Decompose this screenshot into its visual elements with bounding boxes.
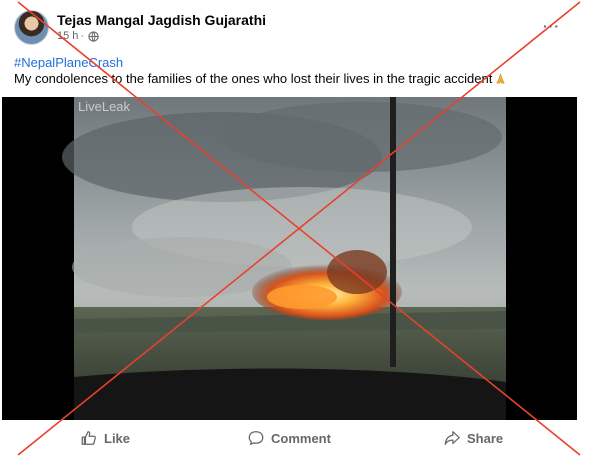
watermark-text: LiveLeak (78, 99, 131, 114)
comment-button[interactable]: Comment (247, 423, 331, 453)
like-button[interactable]: Like (80, 423, 130, 453)
post-header: Tejas Mangal Jagdish Gujarathi 15 h · ··… (14, 10, 576, 46)
hashtag-link[interactable]: #NepalPlaneCrash (14, 55, 584, 71)
action-bar: Like Comment Share (0, 423, 590, 457)
share-arrow-icon (444, 431, 460, 445)
comment-label: Comment (271, 430, 331, 446)
thumbs-up-icon (81, 431, 96, 445)
share-label: Share (467, 430, 504, 446)
author-name[interactable]: Tejas Mangal Jagdish Gujarathi (57, 12, 266, 28)
post-video[interactable]: LiveLeak (2, 97, 577, 420)
folded-hands-icon (496, 72, 506, 84)
post-caption: My condolences to the families of the on… (14, 71, 584, 87)
more-options-button[interactable]: ··· (543, 18, 560, 34)
post-time[interactable]: 15 h (57, 30, 78, 42)
caption-text: My condolences to the families of the on… (14, 71, 493, 86)
post-meta: 15 h · (57, 30, 99, 42)
avatar[interactable] (14, 10, 49, 45)
share-button[interactable]: Share (443, 423, 503, 453)
meta-separator: · (80, 30, 85, 42)
post-text: #NepalPlaneCrash My condolences to the f… (14, 55, 584, 87)
video-frame: LiveLeak (2, 97, 577, 420)
like-label: Like (104, 430, 131, 446)
globe-icon[interactable] (88, 30, 99, 42)
speech-bubble-icon (248, 431, 264, 445)
